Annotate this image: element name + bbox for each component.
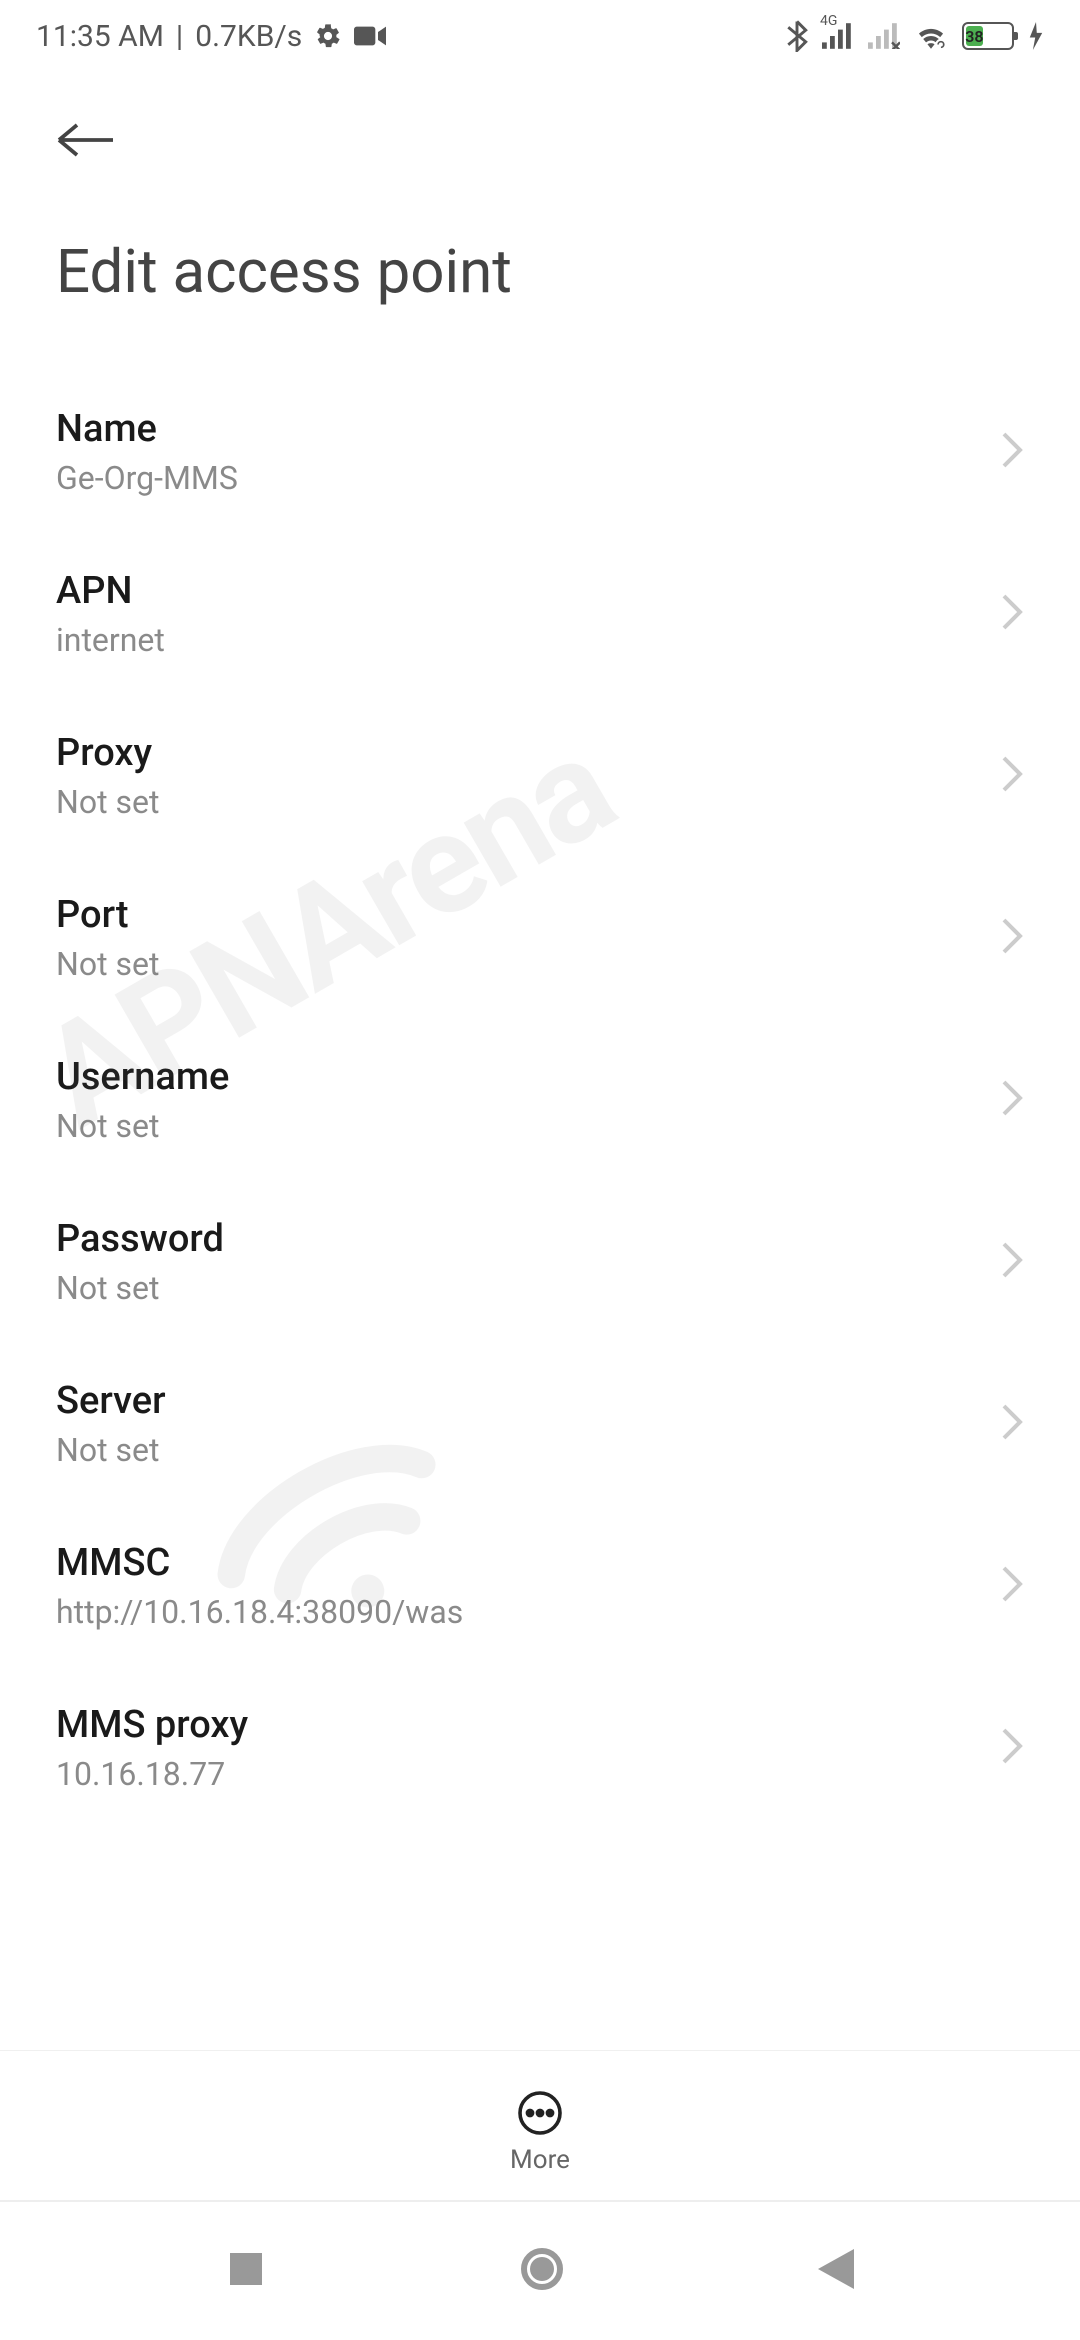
list-item-name[interactable]: Name Ge-Org-MMS <box>0 371 1080 533</box>
header: Edit access point <box>0 72 1080 331</box>
wifi-icon <box>914 22 948 50</box>
list-item-value: Not set <box>56 945 1000 983</box>
list-item-label: Port <box>56 893 1000 937</box>
chevron-right-icon <box>1000 1078 1024 1122</box>
nav-back-button[interactable] <box>818 2249 854 2293</box>
list-item-label: Server <box>56 1379 1000 1423</box>
status-left: 11:35 AM | 0.7KB/s <box>36 19 386 54</box>
signal-4g-indicator: 4G <box>822 23 854 49</box>
chevron-right-icon <box>1000 592 1024 636</box>
chevron-right-icon <box>1000 916 1024 960</box>
list-item-apn[interactable]: APN internet <box>0 533 1080 695</box>
status-right: 4G 38 <box>786 20 1044 52</box>
list-item-label: Proxy <box>56 731 1000 775</box>
nav-home-button[interactable] <box>518 2245 566 2297</box>
charging-icon <box>1028 22 1044 50</box>
list-item-server[interactable]: Server Not set <box>0 1343 1080 1505</box>
chevron-right-icon <box>1000 1564 1024 1608</box>
list-item-password[interactable]: Password Not set <box>0 1181 1080 1343</box>
status-bar: 11:35 AM | 0.7KB/s 4G 38 <box>0 0 1080 72</box>
status-separator: | <box>176 19 183 54</box>
list-item-label: MMSC <box>56 1541 1000 1585</box>
status-time: 11:35 AM <box>36 19 164 54</box>
chevron-right-icon <box>1000 1402 1024 1446</box>
list-item-label: MMS proxy <box>56 1703 1000 1747</box>
more-button[interactable]: More <box>510 2089 570 2175</box>
list-item-value: 10.16.18.77 <box>56 1755 1000 1793</box>
list-item-label: Password <box>56 1217 1000 1261</box>
status-data-rate: 0.7KB/s <box>195 19 302 54</box>
list-item-username[interactable]: Username Not set <box>0 1019 1080 1181</box>
back-button[interactable] <box>56 120 1024 164</box>
list-item-value: http://10.16.18.4:38090/was <box>56 1593 1000 1631</box>
list-item-value: Not set <box>56 1269 1000 1307</box>
list-item-value: Not set <box>56 783 1000 821</box>
list-item-label: Username <box>56 1055 1000 1099</box>
list-item-value: internet <box>56 621 1000 659</box>
list-item-label: APN <box>56 569 1000 613</box>
video-icon <box>354 24 386 48</box>
chevron-right-icon <box>1000 754 1024 798</box>
list-item-value: Ge-Org-MMS <box>56 459 1000 497</box>
chevron-right-icon <box>1000 430 1024 474</box>
list-item-mms-proxy[interactable]: MMS proxy 10.16.18.77 <box>0 1667 1080 1829</box>
navigation-bar <box>0 2200 1080 2340</box>
settings-list: Name Ge-Org-MMS APN internet Proxy Not s… <box>0 331 1080 1869</box>
bottom-toolbar: More <box>0 2050 1080 2200</box>
list-item-value: Not set <box>56 1431 1000 1469</box>
chevron-right-icon <box>1000 1726 1024 1770</box>
list-item-value: Not set <box>56 1107 1000 1145</box>
network-label: 4G <box>820 13 837 29</box>
battery-icon: 38 <box>962 22 1014 50</box>
list-item-label: Name <box>56 407 1000 451</box>
list-item-mmsc[interactable]: MMSC http://10.16.18.4:38090/was <box>0 1505 1080 1667</box>
bluetooth-icon <box>786 20 808 52</box>
more-label: More <box>510 2145 570 2175</box>
page-title: Edit access point <box>56 236 1024 307</box>
nav-recent-button[interactable] <box>226 2249 266 2293</box>
list-item-port[interactable]: Port Not set <box>0 857 1080 1019</box>
battery-percent: 38 <box>966 26 983 46</box>
signal-no-sim-icon <box>868 23 900 49</box>
list-item-proxy[interactable]: Proxy Not set <box>0 695 1080 857</box>
chevron-right-icon <box>1000 1240 1024 1284</box>
gear-icon <box>314 22 342 50</box>
more-horizontal-icon <box>516 2089 564 2137</box>
